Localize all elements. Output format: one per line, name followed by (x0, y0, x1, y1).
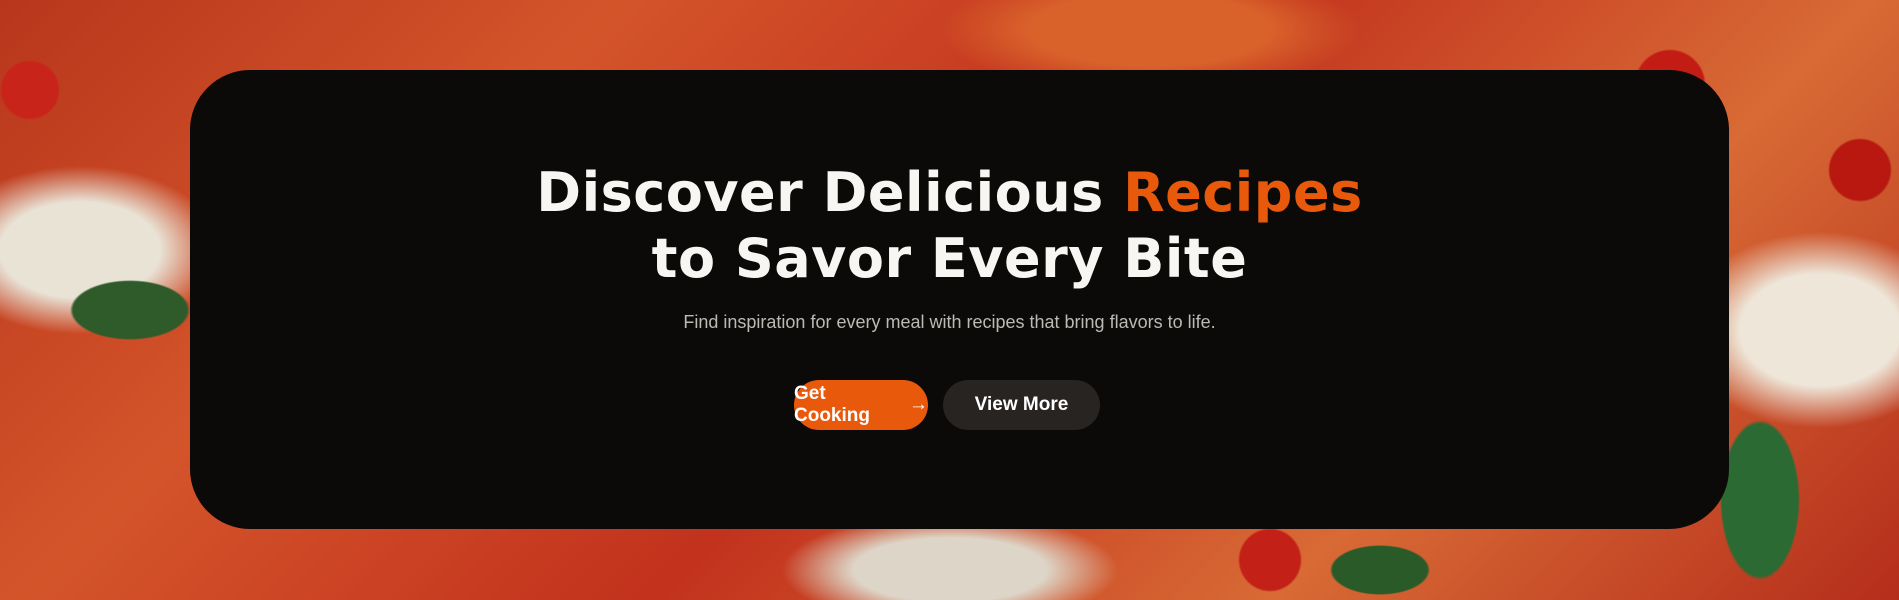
hero-title: Discover Delicious Recipes to Savor Ever… (0, 160, 1899, 292)
title-accent: Recipes (1123, 161, 1363, 224)
get-cooking-button[interactable]: Get Cooking → (794, 380, 928, 430)
title-line2: to Savor Every Bite (651, 227, 1248, 290)
hero-card (190, 70, 1729, 529)
title-part1: Discover Delicious (536, 161, 1124, 224)
hero-actions: Get Cooking → View More (0, 380, 1899, 430)
get-cooking-label: Get Cooking (794, 383, 870, 426)
hero-subtitle: Find inspiration for every meal with rec… (683, 312, 1216, 332)
arrow-right-icon: → (909, 394, 928, 415)
view-more-button[interactable]: View More (943, 380, 1100, 430)
